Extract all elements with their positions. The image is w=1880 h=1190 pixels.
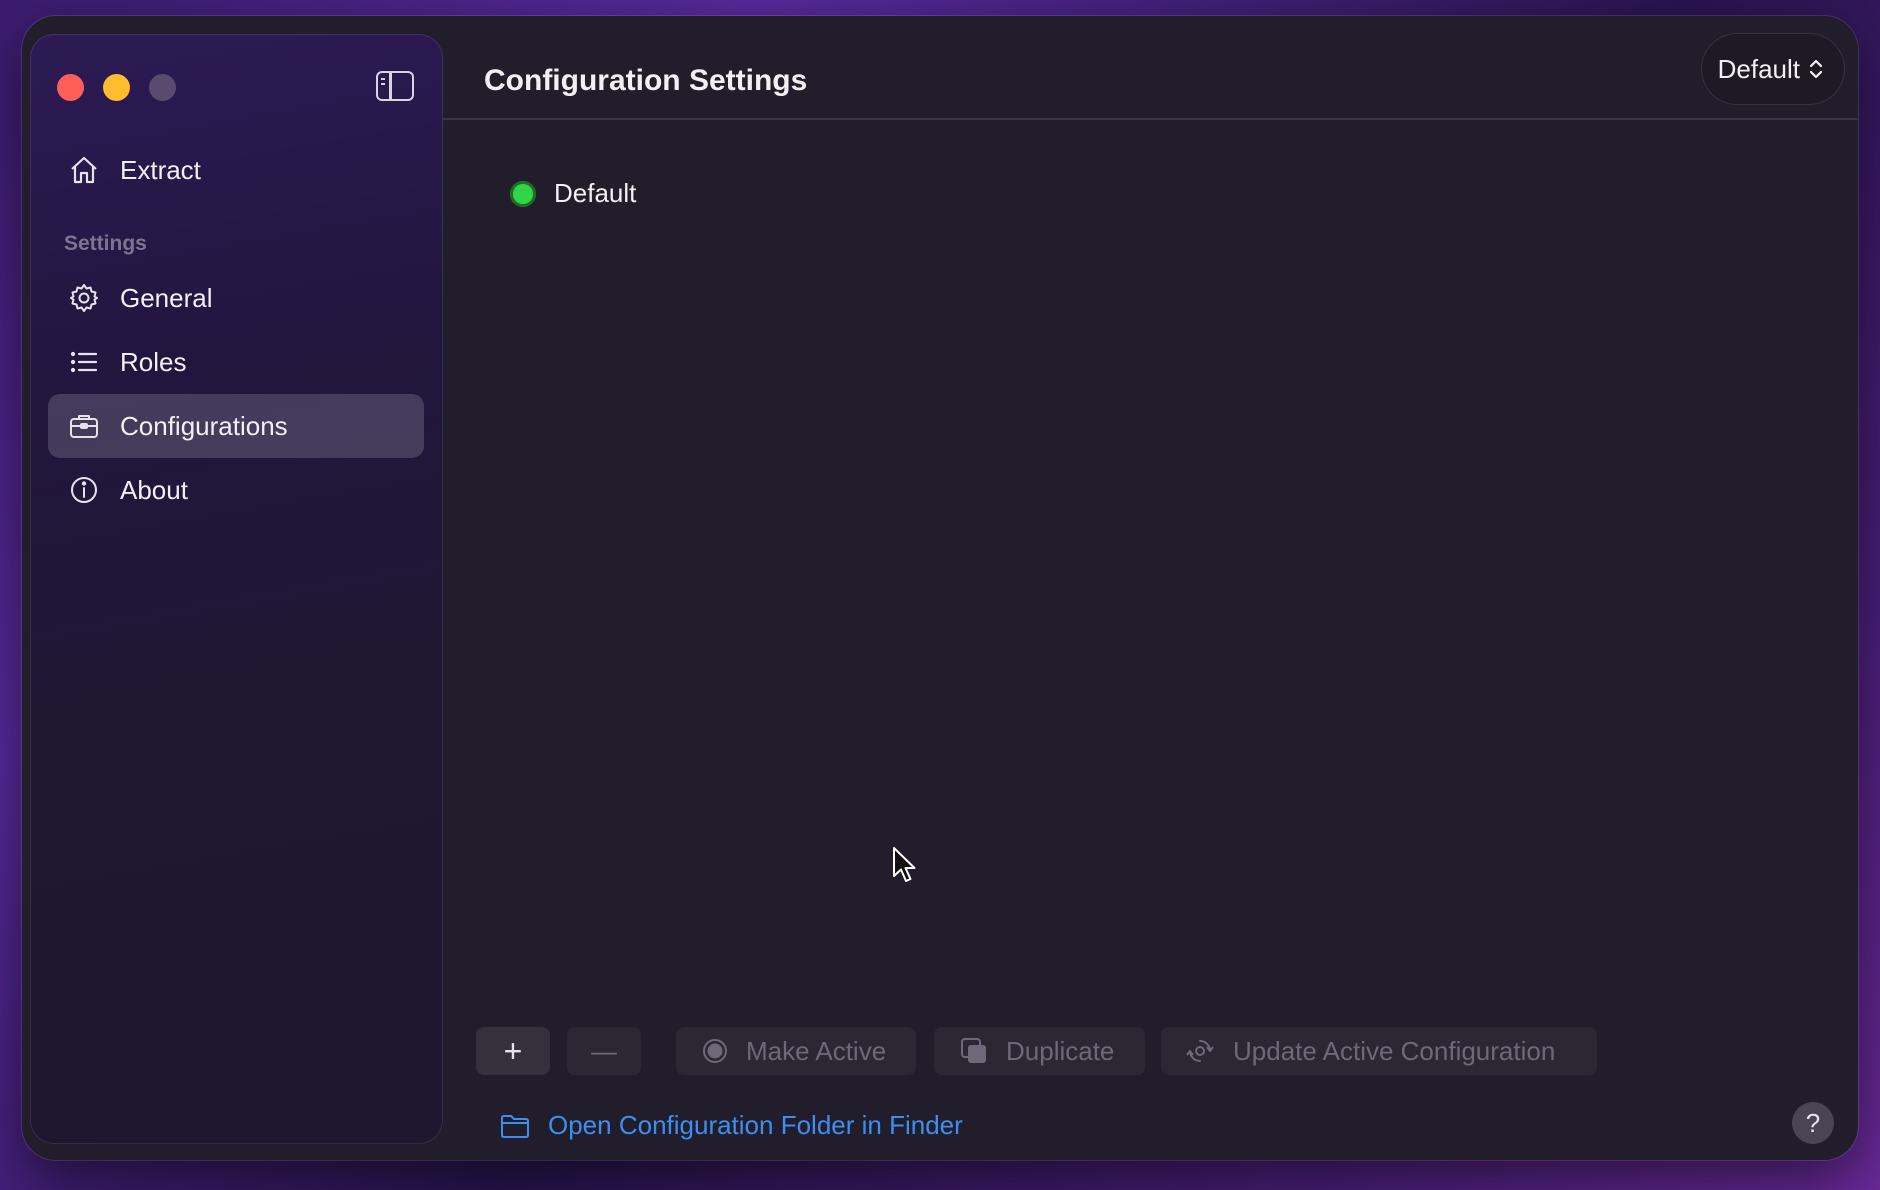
briefcase-icon	[66, 408, 102, 444]
sidebar-item-configurations[interactable]: Configurations	[48, 394, 424, 458]
open-configuration-folder-label: Open Configuration Folder in Finder	[548, 1110, 963, 1140]
sidebar-item-label: General	[120, 282, 213, 313]
active-status-icon	[510, 180, 536, 207]
configuration-name: Default	[554, 178, 637, 208]
minimize-window-button[interactable]	[103, 74, 130, 101]
zoom-window-button[interactable]	[149, 74, 176, 101]
sidebar-item-label: Extract	[120, 154, 201, 185]
make-active-label: Make Active	[746, 1035, 887, 1066]
sidebar-item-roles[interactable]: Roles	[48, 330, 424, 394]
sidebar-item-label: Configurations	[120, 410, 288, 441]
open-configuration-folder-link[interactable]: Open Configuration Folder in Finder	[500, 1110, 963, 1141]
duplicate-icon	[960, 1037, 988, 1065]
header-divider	[443, 118, 1858, 120]
sidebar-item-general[interactable]: General	[48, 266, 424, 330]
duplicate-label: Duplicate	[1006, 1035, 1115, 1066]
list-icon	[66, 344, 102, 380]
gear-refresh-icon	[1185, 1036, 1215, 1066]
duplicate-button[interactable]: Duplicate	[934, 1027, 1145, 1075]
sidebar-item-label: Roles	[120, 346, 187, 377]
sidebar-toggle-icon[interactable]	[376, 71, 414, 101]
help-button[interactable]: ?	[1792, 1102, 1834, 1144]
configuration-picker[interactable]: Default	[1701, 34, 1844, 104]
sidebar-item-label: About	[120, 474, 188, 505]
update-active-configuration-label: Update Active Configuration	[1233, 1035, 1556, 1066]
radio-circle-icon	[702, 1038, 728, 1064]
info-icon	[66, 472, 102, 508]
settings-section-label: Settings	[64, 232, 147, 255]
configuration-list-item[interactable]: Default	[510, 178, 636, 209]
close-window-button[interactable]	[57, 74, 84, 101]
folder-icon	[500, 1113, 530, 1139]
remove-configuration-button[interactable]: —	[567, 1027, 641, 1075]
add-configuration-button[interactable]: +	[476, 1027, 550, 1075]
minus-icon: —	[591, 1035, 617, 1066]
chevron-up-down-icon	[1808, 58, 1824, 80]
gear-icon	[66, 280, 102, 316]
mouse-cursor-icon	[892, 846, 918, 891]
app-window: Extract Settings General Roles Configura…	[22, 16, 1858, 1160]
sidebar-item-about[interactable]: About	[48, 458, 424, 522]
page-title: Configuration Settings	[484, 64, 808, 97]
sidebar: Extract Settings General Roles Configura…	[30, 34, 443, 1144]
plus-icon: +	[503, 1032, 523, 1069]
house-icon	[66, 152, 102, 188]
question-mark-icon: ?	[1805, 1107, 1821, 1138]
make-active-button[interactable]: Make Active	[676, 1027, 916, 1075]
update-active-configuration-button[interactable]: Update Active Configuration	[1161, 1027, 1597, 1075]
configuration-picker-value: Default	[1717, 53, 1800, 84]
sidebar-item-extract[interactable]: Extract	[48, 138, 424, 202]
